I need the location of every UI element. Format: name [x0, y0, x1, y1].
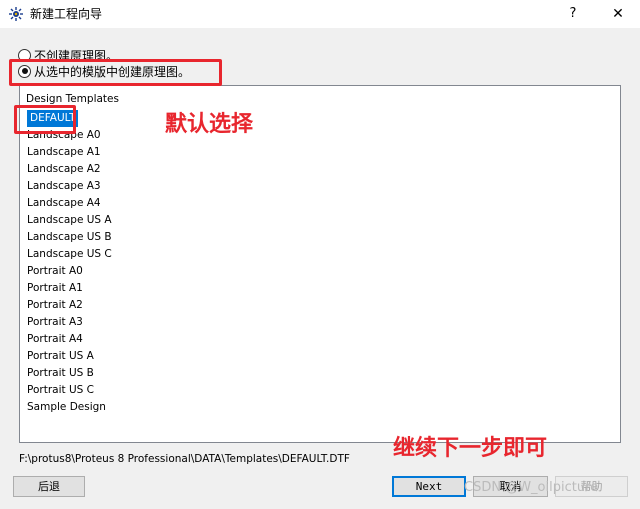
- template-list-item[interactable]: Portrait A1: [26, 280, 113, 297]
- close-button[interactable]: ✕: [606, 2, 630, 26]
- template-list-item[interactable]: Sample Design: [26, 399, 113, 416]
- template-list-item-label: Landscape A4: [27, 197, 101, 209]
- template-list-item[interactable]: Portrait A3: [26, 314, 113, 331]
- template-list-item[interactable]: Landscape A3: [26, 178, 113, 195]
- proteus-app-icon: [9, 7, 23, 21]
- template-list-item-label: Landscape US B: [27, 231, 112, 243]
- template-list-item-label: Portrait A1: [27, 282, 83, 294]
- annotation-default-selection: 默认选择: [165, 112, 254, 137]
- template-list-item-label: Portrait US C: [27, 384, 94, 396]
- template-list-item-label: Sample Design: [27, 401, 106, 413]
- template-list-item[interactable]: Portrait US C: [26, 382, 113, 399]
- template-list-item-label: Portrait US A: [27, 350, 94, 362]
- template-list-item-label: Landscape A3: [27, 180, 101, 192]
- template-path: F:\protus8\Proteus 8 Professional\DATA\T…: [19, 453, 350, 465]
- template-list-item[interactable]: Portrait A0: [26, 263, 113, 280]
- annotation-box-default-item: [14, 105, 76, 134]
- template-list-item[interactable]: Portrait A2: [26, 297, 113, 314]
- template-list-item[interactable]: Portrait US A: [26, 348, 113, 365]
- template-list-item-label: Portrait A4: [27, 333, 83, 345]
- template-list-header: Design Templates: [26, 93, 119, 105]
- template-list-item-label: Landscape US C: [27, 248, 112, 260]
- title-bar: 新建工程向导 ? ✕: [0, 0, 640, 28]
- back-button[interactable]: 后退: [13, 476, 85, 497]
- template-list-item[interactable]: Landscape US B: [26, 229, 113, 246]
- template-list-items: DEFAULT Landscape A0 Landscape A1 Landscape…: [26, 110, 113, 416]
- help-title-button[interactable]: ?: [562, 2, 584, 26]
- window-title: 新建工程向导: [30, 7, 103, 21]
- template-list-item[interactable]: Landscape A2: [26, 161, 113, 178]
- template-list-item[interactable]: Portrait US B: [26, 365, 113, 382]
- template-list-item[interactable]: Landscape US C: [26, 246, 113, 263]
- template-list-item[interactable]: Landscape A1: [26, 144, 113, 161]
- template-list-item[interactable]: Portrait A4: [26, 331, 113, 348]
- template-list-item-label: Portrait A3: [27, 316, 83, 328]
- template-list-item-label: Landscape A1: [27, 146, 101, 158]
- next-button[interactable]: Next: [392, 476, 466, 497]
- template-list-item[interactable]: Landscape US A: [26, 212, 113, 229]
- csdn-watermark: CSDN @W_oilpicture: [464, 480, 599, 495]
- template-list-item-label: Portrait US B: [27, 367, 94, 379]
- template-list-item-label: Portrait A0: [27, 265, 83, 277]
- annotation-continue-next: 继续下一步即可: [393, 436, 548, 461]
- template-list[interactable]: Design Templates DEFAULT Landscape A0 Land…: [19, 85, 621, 443]
- template-list-item-label: Portrait A2: [27, 299, 83, 311]
- template-list-item[interactable]: Landscape A4: [26, 195, 113, 212]
- template-list-item-label: Landscape US A: [27, 214, 112, 226]
- template-list-item-label: Landscape A2: [27, 163, 101, 175]
- annotation-box-template-option: [9, 59, 222, 86]
